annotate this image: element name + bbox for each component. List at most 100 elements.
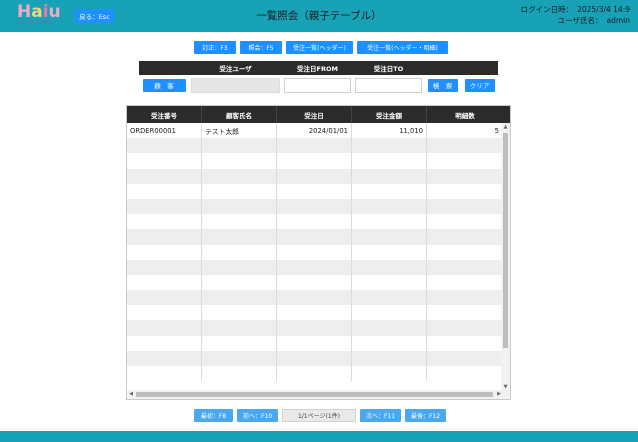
inquiry-button[interactable]: 照会：F5: [240, 41, 282, 54]
order-user-field[interactable]: [191, 77, 280, 93]
table-cell: [277, 366, 352, 382]
table-cell: [427, 214, 503, 230]
logo-subtitle: Business Office: [17, 21, 55, 26]
table-row[interactable]: [127, 138, 503, 154]
prev-page-button[interactable]: 前へ：F10: [237, 409, 278, 422]
table-row[interactable]: [127, 305, 503, 321]
table-cell: [427, 198, 503, 215]
table-cell: [427, 274, 503, 291]
scrollbar-corner: [501, 390, 510, 399]
table-cell: [202, 138, 277, 154]
horizontal-scrollbar[interactable]: ◀ ▶: [127, 390, 503, 399]
table-cell: [427, 350, 503, 366]
table-cell: [427, 244, 503, 260]
vertical-scrollbar[interactable]: ▲ ▼: [501, 123, 510, 391]
vertical-scroll-thumb[interactable]: [503, 133, 508, 348]
table-cell: ORDER00001: [127, 123, 202, 139]
login-label: ログイン日時：: [520, 5, 574, 14]
table-row[interactable]: [127, 198, 503, 215]
table-row[interactable]: [127, 183, 503, 199]
order-header-detail-list-button[interactable]: 受注一覧(ヘッダー・明細): [357, 41, 448, 54]
table-cell: [277, 320, 352, 336]
table-cell: [427, 229, 503, 245]
table-cell: [277, 290, 352, 306]
table-cell: [277, 183, 352, 199]
horizontal-scroll-thumb[interactable]: [136, 392, 493, 397]
table-cell: [277, 244, 352, 260]
table-cell: [127, 274, 202, 291]
table-cell: [202, 153, 277, 169]
table-row[interactable]: ORDER00001 テスト太郎 2024/01/01 11,010 5: [127, 123, 503, 139]
table-cell: [202, 229, 277, 245]
table-row[interactable]: [127, 290, 503, 306]
order-date-to-field[interactable]: [355, 77, 422, 93]
table-row[interactable]: [127, 366, 503, 382]
table-cell: [352, 320, 427, 336]
table-row[interactable]: [127, 153, 503, 169]
table-cell: [127, 183, 202, 199]
login-info: ログイン日時： 2025/3/4 14:9 ユーザ氏名： admin: [517, 4, 630, 26]
column-detail-count[interactable]: 明細数: [427, 106, 503, 123]
app-footer: [0, 431, 638, 442]
table-cell: [352, 305, 427, 321]
table-row[interactable]: [127, 244, 503, 260]
table-cell: [427, 335, 503, 351]
table-cell: [127, 138, 202, 154]
table-row[interactable]: [127, 335, 503, 351]
table-cell: [277, 274, 352, 291]
table-row[interactable]: [127, 229, 503, 245]
table-row[interactable]: [127, 350, 503, 366]
column-order-number[interactable]: 受注番号: [127, 106, 202, 123]
customer-button[interactable]: 顧 客: [142, 78, 186, 92]
column-customer-name[interactable]: 顧客氏名: [202, 106, 277, 123]
login-value: 2025/3/4 14:9: [577, 5, 630, 14]
search-panel: 受注ユーザ 受注日FROM 受注日TO 顧 客 検 索 クリア: [139, 61, 498, 95]
table-cell: [277, 198, 352, 215]
table-cell: [127, 366, 202, 382]
column-order-amount[interactable]: 受注金額: [352, 106, 427, 123]
order-header-list-button[interactable]: 受注一覧(ヘッダー): [286, 41, 353, 54]
table-cell: [202, 168, 277, 184]
table-cell: [127, 290, 202, 306]
clear-button[interactable]: クリア: [464, 78, 495, 92]
table-cell: [427, 305, 503, 321]
table-cell: [277, 305, 352, 321]
column-order-date[interactable]: 受注日: [277, 106, 352, 123]
back-button[interactable]: 戻る：Esc: [75, 9, 114, 23]
table-cell: [127, 244, 202, 260]
table-cell: [202, 244, 277, 260]
order-date-from-field[interactable]: [284, 77, 351, 93]
scroll-left-icon[interactable]: ◀: [127, 390, 135, 399]
table-row[interactable]: [127, 168, 503, 184]
pagination-bar: 最初：F8 前へ：F10 1/1ページ(1件) 次へ：F11 最後：F12: [0, 409, 638, 422]
table-cell: [352, 153, 427, 169]
search-button[interactable]: 検 索: [427, 78, 458, 92]
scroll-up-icon[interactable]: ▲: [501, 123, 510, 131]
edit-button[interactable]: 訂正：F3: [194, 41, 236, 54]
table-cell: [277, 153, 352, 169]
table-cell: [427, 366, 503, 382]
page-info: 1/1ページ(1件): [282, 409, 356, 422]
next-page-button[interactable]: 次へ：F11: [360, 409, 401, 422]
table-cell: [202, 259, 277, 275]
table-row[interactable]: [127, 274, 503, 291]
last-page-button[interactable]: 最後：F12: [405, 409, 446, 422]
table-cell: [427, 138, 503, 154]
table-cell: [127, 198, 202, 215]
table-row[interactable]: [127, 259, 503, 275]
table-cell: [202, 274, 277, 291]
logo-wordmark: Haiu: [17, 2, 61, 22]
first-page-button[interactable]: 最初：F8: [194, 409, 233, 422]
table-row[interactable]: [127, 320, 503, 336]
table-cell: [127, 335, 202, 351]
table-cell: [202, 335, 277, 351]
table-cell: [277, 259, 352, 275]
table-cell: [202, 366, 277, 382]
table-cell: [127, 229, 202, 245]
search-header-customer: [139, 61, 189, 75]
table-cell: [127, 320, 202, 336]
table-cell: [352, 350, 427, 366]
table-row[interactable]: [127, 214, 503, 230]
table-cell: [127, 350, 202, 366]
search-header-to: 受注日TO: [373, 65, 404, 73]
